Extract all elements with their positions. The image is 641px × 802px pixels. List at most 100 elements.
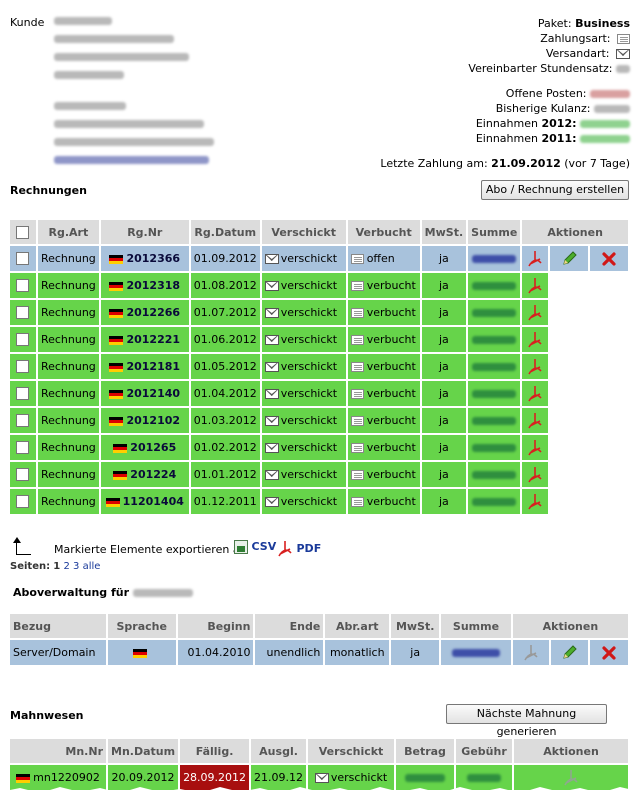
pdf-icon[interactable]	[523, 644, 539, 662]
row-checkbox[interactable]	[16, 252, 30, 266]
pencil-icon[interactable]	[561, 250, 577, 267]
invoices-table: Rg.Art Rg.Nr Rg.Datum Verschickt Verbuch…	[8, 218, 630, 516]
paket-row: Paket: Business	[537, 17, 630, 30]
pdf-icon[interactable]	[527, 385, 543, 403]
paket-value: Business	[575, 17, 630, 30]
col-header: Betrag	[396, 739, 455, 763]
envelope-icon	[264, 389, 279, 399]
col-header: Bezug	[10, 614, 106, 638]
csv-export-link[interactable]: CSV	[234, 540, 276, 554]
export-arrow-head-icon	[13, 537, 21, 543]
invoice-row[interactable]: Rechnung 2012318 01.08.2012 verschickt verbu…	[10, 273, 628, 298]
invoice-row[interactable]: Rechnung 201265 01.02.2012 verschickt verbuc…	[10, 435, 628, 460]
german-flag-icon	[109, 281, 124, 291]
invoice-number[interactable]: 2012318	[126, 279, 180, 292]
pdf-icon[interactable]	[527, 412, 543, 430]
invoice-type: Rechnung	[37, 273, 99, 298]
row-checkbox[interactable]	[16, 360, 30, 374]
invoice-number[interactable]: 2012102	[126, 414, 180, 427]
invoice-type: Rechnung	[37, 300, 99, 325]
stundensatz-row: Vereinbarter Stundensatz:	[330, 61, 630, 76]
invoice-date: 01.06.2012	[190, 327, 260, 352]
kulanz-row: Bisherige Kulanz:	[330, 101, 630, 116]
col-header: Ausgl.	[251, 739, 307, 763]
german-flag-icon	[113, 470, 128, 480]
invoice-row[interactable]: Rechnung 2012140 01.04.2012 verschickt verbu…	[10, 381, 628, 406]
torn-edge	[0, 787, 641, 802]
envelope-icon	[264, 308, 279, 318]
rechnungen-title: Rechnungen	[10, 184, 87, 197]
col-header: Ende	[255, 614, 324, 638]
row-checkbox[interactable]	[16, 387, 30, 401]
versandart-row: Versandart:	[330, 46, 630, 61]
envelope-icon	[264, 362, 279, 372]
col-header: Verbucht	[347, 220, 420, 244]
row-checkbox[interactable]	[16, 414, 30, 428]
pdf-export-link[interactable]: PDF	[277, 540, 321, 558]
pdf-icon[interactable]	[527, 439, 543, 457]
row-checkbox[interactable]	[16, 468, 30, 482]
invoice-type: Rechnung	[37, 435, 99, 460]
invoice-row[interactable]: Rechnung 2012181 01.05.2012 verschickt verbu…	[10, 354, 628, 379]
create-invoice-button[interactable]: Abo / Rechnung erstellen	[481, 180, 629, 200]
row-checkbox[interactable]	[16, 495, 30, 509]
pencil-icon[interactable]	[561, 644, 578, 661]
customer-address-redacted	[54, 14, 224, 166]
invoice-row[interactable]: Rechnung 2012221 01.06.2012 verschickt verbu…	[10, 327, 628, 352]
row-checkbox[interactable]	[16, 279, 30, 293]
invoice-number[interactable]: 2012181	[126, 360, 180, 373]
delete-icon[interactable]	[602, 645, 616, 660]
document-icon	[617, 34, 630, 44]
german-flag-icon	[109, 335, 124, 345]
page-link-all[interactable]: alle	[83, 561, 101, 572]
invoice-number[interactable]: 2012221	[126, 333, 180, 346]
col-header: Mn.Datum	[108, 739, 179, 763]
invoice-number[interactable]: 2012140	[126, 387, 180, 400]
pdf-icon[interactable]	[527, 250, 543, 268]
invoice-number[interactable]: 2012366	[126, 252, 180, 265]
pdf-icon[interactable]	[527, 493, 543, 511]
select-all-checkbox[interactable]	[16, 225, 30, 239]
col-header: Rg.Nr	[100, 220, 189, 244]
envelope-icon	[264, 281, 279, 291]
invoice-vat: ja	[421, 300, 467, 325]
invoice-date: 01.07.2012	[190, 300, 260, 325]
pdf-icon[interactable]	[527, 331, 543, 349]
page-link-1[interactable]: 1	[53, 561, 60, 572]
row-checkbox[interactable]	[16, 333, 30, 347]
pdf-icon[interactable]	[527, 277, 543, 295]
german-flag-icon	[113, 443, 128, 453]
invoice-date: 01.01.2012	[190, 462, 260, 487]
pdf-icon[interactable]	[527, 466, 543, 484]
invoice-row[interactable]: Rechnung 11201404 01.12.2011 verschickt verb…	[10, 489, 628, 514]
row-checkbox[interactable]	[16, 441, 30, 455]
german-flag-icon	[133, 648, 148, 658]
next-reminder-button[interactable]: Nächste Mahnung generieren	[446, 704, 607, 738]
invoice-type: Rechnung	[37, 354, 99, 379]
envelope-icon	[264, 335, 279, 345]
invoice-row[interactable]: Rechnung 2012366 01.09.2012 verschickt offen…	[10, 246, 628, 271]
pdf-icon[interactable]	[527, 304, 543, 322]
pdf-icon[interactable]	[527, 358, 543, 376]
row-checkbox[interactable]	[16, 306, 30, 320]
invoice-number[interactable]: 2012266	[126, 306, 180, 319]
col-header: MwSt.	[391, 614, 440, 638]
delete-icon[interactable]	[602, 251, 616, 266]
invoice-row[interactable]: Rechnung 2012266 01.07.2012 verschickt verbu…	[10, 300, 628, 325]
german-flag-icon	[109, 254, 124, 264]
col-header: MwSt.	[421, 220, 467, 244]
page-link-3[interactable]: 3	[73, 561, 79, 572]
abo-row[interactable]: Server/Domain 01.04.2010 unendlich monat…	[10, 640, 628, 665]
german-flag-icon	[109, 416, 124, 426]
invoice-number[interactable]: 11201404	[123, 495, 184, 508]
document-icon	[350, 308, 364, 318]
invoice-row[interactable]: Rechnung 2012102 01.03.2012 verschickt verbu…	[10, 408, 628, 433]
invoice-row[interactable]: Rechnung 201224 01.01.2012 verschickt verbuc…	[10, 462, 628, 487]
german-flag-icon	[16, 773, 31, 783]
col-header: Summe	[468, 220, 521, 244]
invoice-date: 01.08.2012	[190, 273, 260, 298]
invoice-number[interactable]: 201265	[130, 441, 176, 454]
page-link-2[interactable]: 2	[63, 561, 69, 572]
col-header: Fällig.	[180, 739, 250, 763]
invoice-number[interactable]: 201224	[130, 468, 176, 481]
